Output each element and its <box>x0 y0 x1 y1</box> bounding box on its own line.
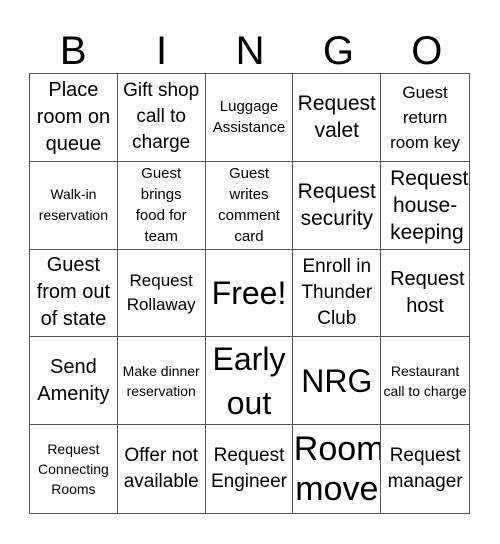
header-letter-i: I <box>156 29 168 73</box>
bingo-card-grid: Place room on queue Gift shop call to ch… <box>29 73 470 514</box>
bingo-cell[interactable]: Luggage Assistance <box>205 74 294 162</box>
bingo-cell[interactable]: Guest brings food for team <box>117 161 206 250</box>
header-letter-g: G <box>322 29 354 73</box>
cell-text: Walk-in reservation <box>38 186 109 224</box>
cell-text: Offer not available <box>123 445 199 493</box>
cell-text: Guest return room key <box>390 82 461 152</box>
cell-text: Request security <box>297 180 376 231</box>
cell-text: Request valet <box>297 92 376 143</box>
bingo-cell[interactable]: Restaurant call to charge <box>381 337 469 426</box>
cell-text: Request Connecting Rooms <box>37 441 109 498</box>
bingo-cell[interactable]: Request Connecting Rooms <box>30 425 118 513</box>
bingo-cell[interactable]: Request Engineer <box>206 425 294 513</box>
cell-text: Early out <box>212 340 286 421</box>
bingo-cell[interactable]: NRG <box>293 337 382 426</box>
cell-text: Enroll in Thunder Club <box>301 255 373 329</box>
cell-text: Guest brings food for team <box>135 165 187 246</box>
cell-text: Luggage Assistance <box>212 98 286 137</box>
bingo-cell[interactable]: Early out <box>205 337 294 426</box>
header-letter-o: O <box>411 29 443 73</box>
cell-text: Gift shop call to charge <box>123 80 200 154</box>
bingo-cell[interactable]: Request security <box>293 161 382 250</box>
free-space-cell[interactable]: Free! <box>205 249 294 338</box>
bingo-cell[interactable]: Request manager <box>381 425 469 513</box>
cell-text: Request host <box>390 267 465 317</box>
cell-text: Request manager <box>387 445 463 493</box>
bingo-cell[interactable]: Guest from out of state <box>30 249 118 338</box>
cell-text: Restaurant call to charge <box>383 362 467 399</box>
bingo-cell[interactable]: Send Amenity <box>30 337 118 426</box>
cell-text: Guest from out of state <box>36 254 111 331</box>
bingo-cell[interactable]: Make dinner reservation <box>117 337 206 426</box>
bingo-cell[interactable]: Request valet <box>293 74 382 162</box>
bingo-cell[interactable]: Request Rollaway <box>117 249 206 338</box>
cell-text: Guest writes comment card <box>218 165 280 246</box>
cell-text: Request house-keeping <box>390 166 469 244</box>
bingo-cell[interactable]: Enroll in Thunder Club <box>293 249 382 338</box>
bingo-cell[interactable]: Offer not available <box>118 425 206 513</box>
cell-text: Place room on queue <box>36 78 111 155</box>
cell-text: Room move <box>293 430 382 509</box>
bingo-cell[interactable]: Walk-in reservation <box>30 161 118 250</box>
cell-text: Send Amenity <box>37 355 110 405</box>
free-space-text: Free! <box>211 274 287 311</box>
cell-text: Make dinner reservation <box>122 362 200 399</box>
bingo-cell[interactable]: Guest return room key <box>381 74 469 162</box>
cell-text: Request Engineer <box>210 445 288 493</box>
cell-text: NRG <box>301 362 373 399</box>
cell-text: Request Rollaway <box>126 270 196 314</box>
header-letter-n: N <box>235 29 265 73</box>
header-letter-b: B <box>59 29 87 73</box>
bingo-cell[interactable]: Request house-keeping <box>381 162 469 250</box>
bingo-cell[interactable]: Guest writes comment card <box>205 161 294 250</box>
bingo-cell[interactable]: Place room on queue <box>30 74 118 162</box>
bingo-header: B I N G O <box>29 30 471 73</box>
bingo-cell[interactable]: Gift shop call to charge <box>117 74 206 162</box>
bingo-cell[interactable]: Request host <box>381 250 469 338</box>
bingo-cell[interactable]: Room move <box>293 425 382 513</box>
